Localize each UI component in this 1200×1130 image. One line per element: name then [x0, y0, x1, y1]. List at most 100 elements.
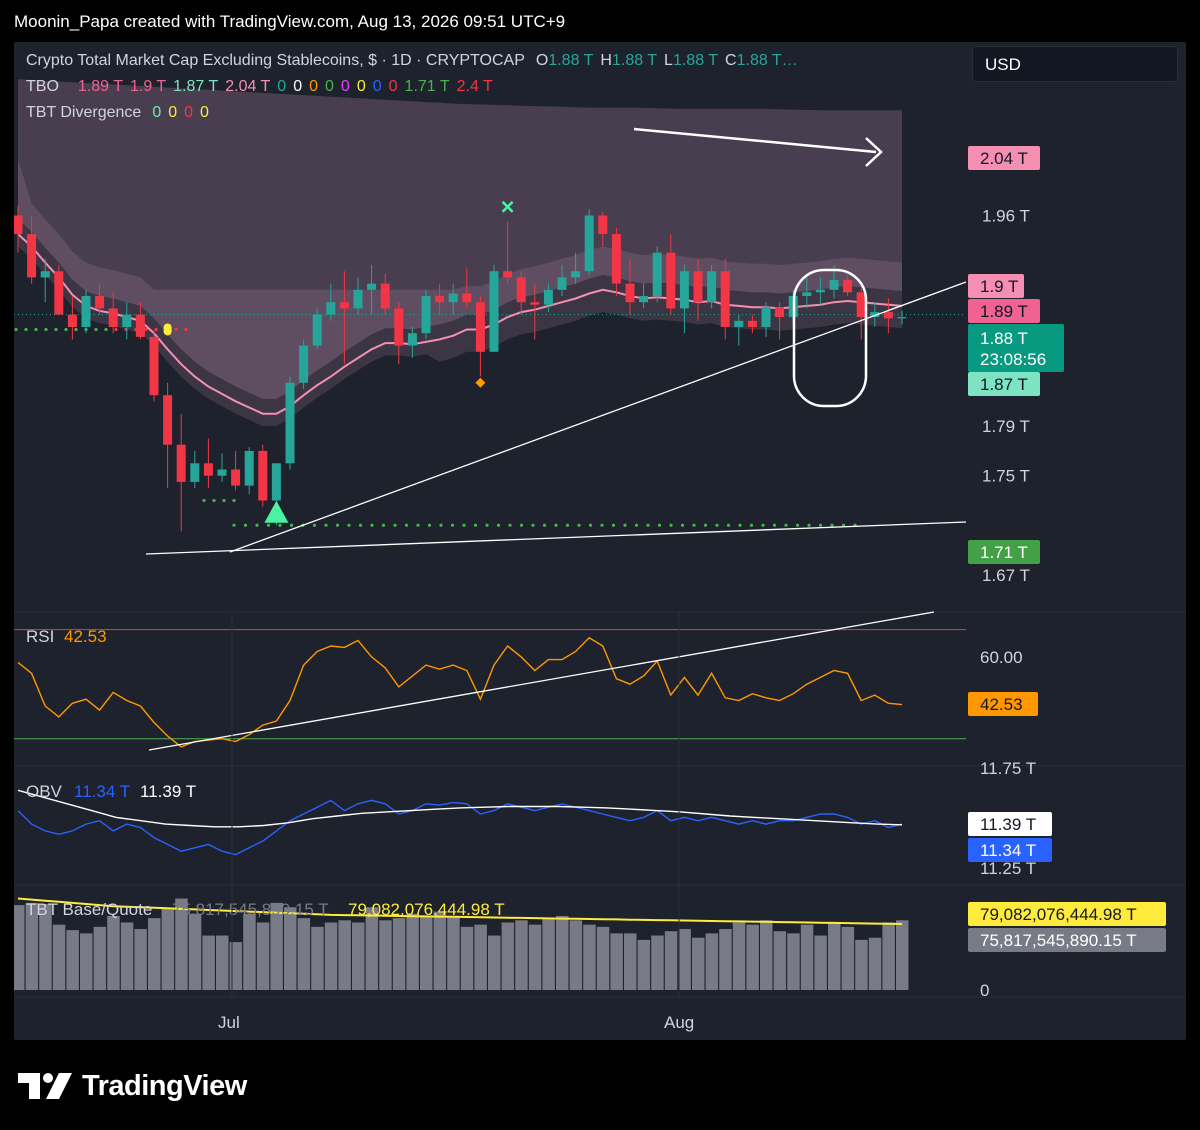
volume-bar: [243, 913, 256, 990]
support-dot: [104, 327, 108, 332]
support-dot: [278, 523, 282, 527]
last-price-value: 1.88 T: [980, 329, 1028, 348]
support-dot: [289, 523, 294, 527]
candle-body: [843, 279, 853, 293]
support-dot: [243, 523, 248, 527]
candle-body: [95, 296, 105, 309]
support-dot: [439, 523, 443, 527]
candle-body: [244, 450, 254, 486]
resistance-dot: [154, 327, 158, 332]
candle-body: [652, 252, 662, 297]
time-label: Jul: [218, 1013, 240, 1032]
volume-bar: [664, 931, 678, 990]
support-dot: [416, 523, 420, 527]
tbo-value: 0: [325, 78, 334, 95]
tradingview-icon: [18, 1073, 72, 1099]
support-dot: [347, 523, 351, 527]
support-dot: [807, 523, 811, 527]
support-dot: [554, 523, 558, 527]
candle-body: [27, 234, 37, 278]
obv-ma-tag: 11.39 T: [980, 815, 1036, 834]
tbo-value: 2.04 T: [225, 78, 271, 95]
volume-label: TBT Base/Quote: [26, 900, 152, 919]
tbo-value: 2.4 T: [456, 78, 493, 95]
divergence-value: 0: [200, 104, 209, 121]
tbo-value: 0: [372, 78, 382, 95]
support-dot: [255, 523, 259, 527]
tbo-value: 1.87 T: [173, 78, 219, 95]
volume-bar: [488, 935, 501, 990]
support-dot: [54, 327, 58, 332]
support-dot: [565, 523, 570, 527]
volume-bar: [746, 924, 759, 990]
candle-body: [720, 271, 730, 327]
rsi-trendline: [148, 611, 935, 751]
support-dot: [611, 523, 616, 527]
buy-signal-triangle: [264, 500, 289, 523]
volume-bar: [352, 922, 365, 990]
support-dot: [24, 327, 28, 332]
currency-selector[interactable]: USD: [972, 46, 1178, 82]
support-dot: [222, 498, 226, 503]
volume-bar: [148, 918, 161, 990]
volume-bar: [732, 922, 746, 990]
support-dot: [623, 523, 627, 527]
volume-bar: [787, 933, 800, 990]
support-dot: [324, 523, 328, 527]
ohlc-key: L: [664, 52, 673, 69]
volume-bar: [705, 933, 719, 990]
tbo-value: 1.9 T: [129, 78, 167, 95]
volume-bar: [229, 942, 243, 990]
support-dot: [266, 523, 271, 527]
candle-body: [394, 308, 404, 346]
volume-bar: [583, 924, 596, 990]
obv-value: 11.34 T: [74, 782, 130, 801]
volume-bar: [392, 918, 406, 990]
candle-body: [639, 296, 649, 303]
candle-body: [829, 279, 839, 290]
chart-frame[interactable]: 1.96 T1.83 T1.79 T1.75 T1.67 T2.04 T1.9 …: [14, 42, 1186, 1040]
volume-bar: [528, 924, 542, 990]
volume-bar: [188, 913, 202, 990]
volume-bar: [297, 918, 311, 990]
support-dot: [485, 523, 489, 527]
volume-bar: [284, 907, 297, 990]
volume-yellow-value: 79,082,076,444.98 T: [348, 900, 505, 919]
volume-bar: [596, 926, 610, 990]
volume-bar: [420, 915, 433, 990]
divergence-legend[interactable]: TBT Divergence 0 0 0 0: [26, 104, 223, 122]
volume-bar: [814, 935, 827, 990]
volume-bar: [896, 920, 909, 990]
candle-body: [81, 296, 91, 327]
volume-bar: [120, 922, 134, 990]
symbol-legend[interactable]: Crypto Total Market Cap Excluding Stable…: [26, 52, 812, 70]
volume-bar: [107, 915, 120, 990]
time-label: Aug: [664, 1013, 694, 1032]
ohlc-values: O1.88 T H1.88 T L1.88 T C1.88 T…: [536, 52, 805, 69]
volume-bar: [80, 933, 93, 990]
volume-bar: [569, 920, 583, 990]
tbo-value: 0: [293, 78, 303, 95]
tbo-value: 0: [388, 78, 398, 95]
volume-bar: [14, 905, 25, 990]
chart-canvas[interactable]: 1.96 T1.83 T1.79 T1.75 T1.67 T2.04 T1.9 …: [14, 42, 1186, 1040]
tbo-legend[interactable]: TBO 1.89 T 1.9 T 1.87 T 2.04 T 0 0 0 0 0 0 0 0 1.71 T…: [26, 78, 507, 96]
volume-bar: [202, 935, 215, 990]
support-dot: [508, 523, 512, 527]
ohlc-key: O: [535, 52, 549, 69]
price-tick: 1.75 T: [982, 467, 1030, 486]
volume-bar: [52, 924, 66, 990]
volume-bar: [379, 920, 392, 990]
candle-body: [203, 463, 213, 476]
divergence-value: 0: [184, 104, 194, 121]
divergence-values: 0000: [152, 104, 216, 121]
volume-ma-tag: 79,082,076,444.98 T: [980, 905, 1137, 924]
support-dot: [358, 523, 363, 527]
volume-bar: [474, 924, 487, 990]
obv-label: OBV: [26, 782, 63, 801]
logo-text: TradingView: [82, 1069, 247, 1102]
support-dot: [830, 523, 834, 527]
tbo-value: 1.71 T: [404, 78, 450, 95]
candle-body: [54, 271, 64, 315]
candle-body: [883, 312, 893, 319]
